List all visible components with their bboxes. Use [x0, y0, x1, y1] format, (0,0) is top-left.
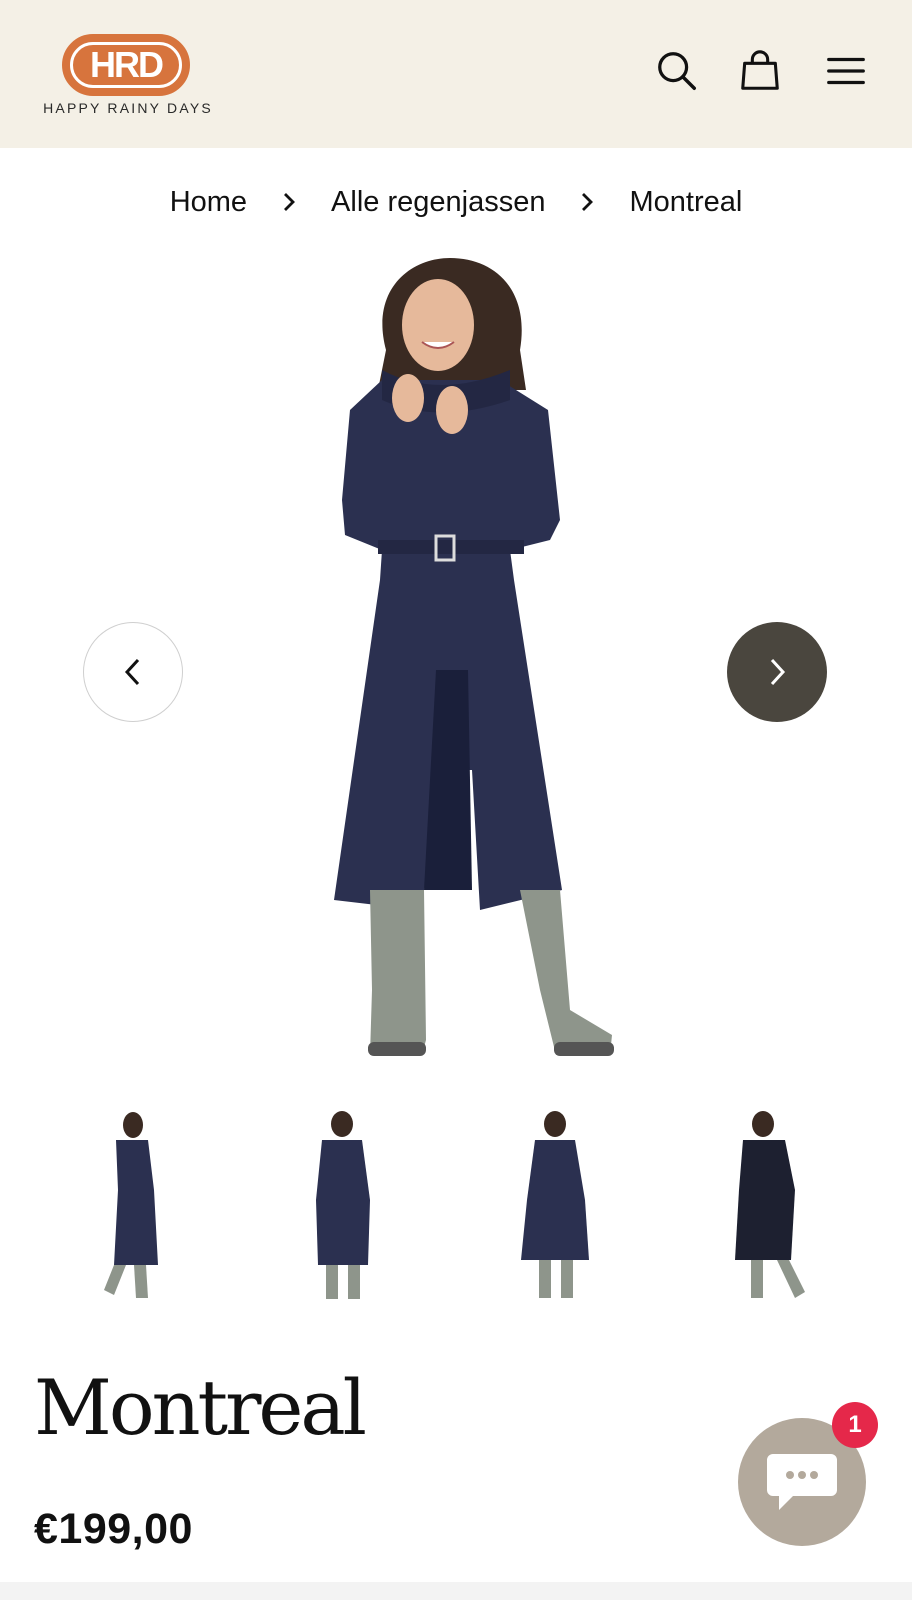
product-main-image[interactable]: [210, 250, 702, 1100]
menu-button[interactable]: [819, 44, 873, 98]
product-title: Montreal: [34, 1363, 367, 1452]
thumbnail-3[interactable]: [455, 1110, 655, 1325]
product-price: €199,00: [34, 1505, 193, 1553]
cart-icon: [741, 50, 779, 90]
chat-bubble-icon: [767, 1454, 837, 1510]
chevron-right-icon: [770, 658, 786, 686]
product-gallery: [0, 250, 912, 1100]
breadcrumb-current: Montreal: [629, 185, 743, 218]
page-bottom-bar: [0, 1582, 912, 1600]
logo-mark: HRD: [62, 34, 190, 96]
cart-button[interactable]: [733, 44, 787, 98]
search-icon: [658, 52, 696, 90]
site-header: HRD HAPPY RAINY DAYS: [0, 0, 912, 148]
search-button[interactable]: [650, 44, 704, 98]
thumbnail-strip: [0, 1110, 912, 1325]
breadcrumb-home[interactable]: Home: [170, 186, 247, 219]
chat-notification-badge: 1: [832, 1402, 878, 1448]
gallery-next-button[interactable]: [727, 622, 827, 722]
menu-icon: [827, 57, 865, 85]
chevron-right-icon: [281, 191, 297, 213]
breadcrumb: Home Alle regenjassen Montreal: [0, 176, 912, 228]
gallery-prev-button[interactable]: [83, 622, 183, 722]
chevron-right-icon: [579, 191, 595, 213]
thumbnail-2[interactable]: [242, 1110, 442, 1325]
brand-logo[interactable]: HRD HAPPY RAINY DAYS: [38, 32, 218, 122]
breadcrumb-collection[interactable]: Alle regenjassen: [331, 186, 545, 219]
thumbnail-1[interactable]: [30, 1110, 230, 1325]
chevron-left-icon: [124, 658, 140, 686]
logo-letters: HRD: [70, 42, 182, 88]
brand-name: HAPPY RAINY DAYS: [43, 100, 213, 116]
thumbnail-4[interactable]: [665, 1110, 865, 1325]
